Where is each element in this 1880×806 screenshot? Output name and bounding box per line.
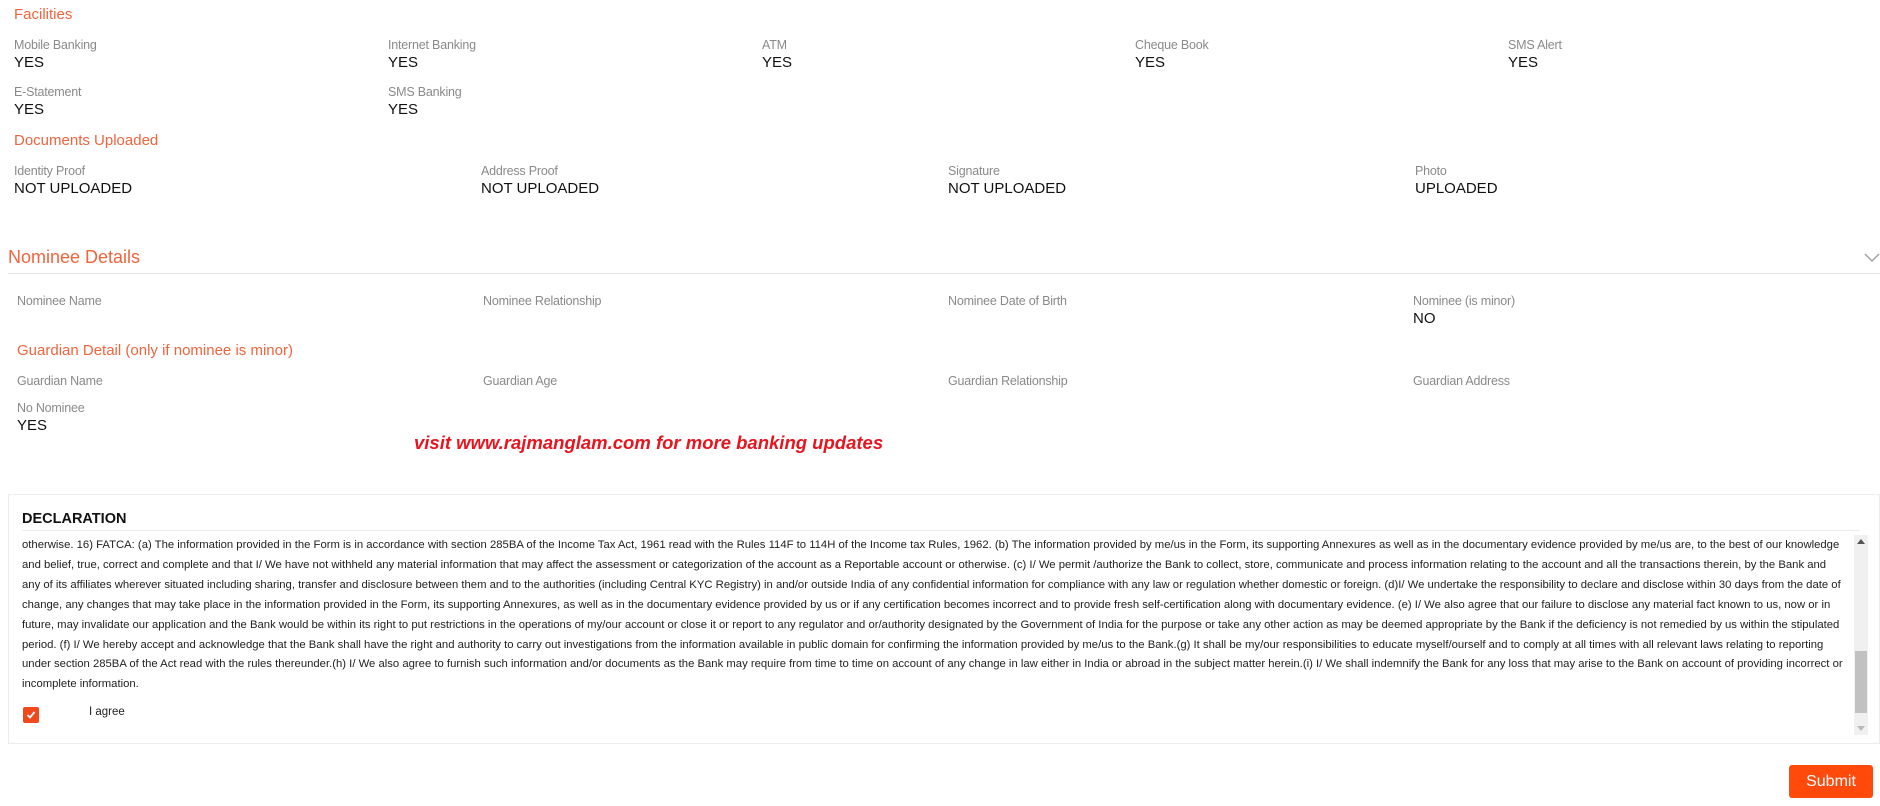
- field-signature: Signature NOT UPLOADED: [948, 164, 1066, 198]
- field-mobile-banking: Mobile Banking YES: [14, 38, 97, 72]
- field-value: YES: [762, 54, 793, 71]
- field-value: YES: [1135, 54, 1166, 71]
- scrollbar-thumb[interactable]: [1855, 651, 1867, 713]
- field-value: NOT UPLOADED: [14, 180, 133, 197]
- field-nominee-dob: Nominee Date of Birth: [948, 294, 1067, 309]
- field-label: ATM: [762, 38, 787, 52]
- field-no-nominee: No Nominee YES: [17, 401, 85, 435]
- field-photo: Photo UPLOADED: [1415, 164, 1498, 198]
- field-label: Nominee Name: [17, 294, 102, 308]
- field-value: NOT UPLOADED: [481, 180, 600, 197]
- scroll-down-arrow-icon[interactable]: [1857, 726, 1865, 731]
- watermark-text: visit www.rajmanglam.com for more bankin…: [414, 432, 884, 453]
- field-label: Mobile Banking: [14, 38, 97, 52]
- field-label: Signature: [948, 164, 1000, 178]
- declaration-text[interactable]: otherwise. 16) FATCA: (a) The informatio…: [22, 536, 1847, 706]
- field-label: Guardian Address: [1413, 374, 1510, 388]
- checkmark-icon: [26, 711, 36, 719]
- field-value: YES: [1508, 54, 1539, 71]
- agree-label: I agree: [89, 706, 125, 718]
- field-value: YES: [388, 54, 419, 71]
- nominee-accordion-header[interactable]: Nominee Details: [8, 244, 1880, 274]
- field-label: Guardian Name: [17, 374, 103, 388]
- facilities-title: Facilities: [14, 6, 73, 23]
- field-label: Guardian Relationship: [948, 374, 1068, 388]
- field-sms-banking: SMS Banking YES: [388, 85, 462, 119]
- field-value: UPLOADED: [1415, 180, 1498, 197]
- field-value: YES: [17, 417, 48, 434]
- field-guardian-name: Guardian Name: [17, 374, 103, 389]
- field-label: SMS Banking: [388, 85, 462, 99]
- field-value: NO: [1413, 310, 1436, 327]
- field-value: NOT UPLOADED: [948, 180, 1067, 197]
- field-atm: ATM YES: [762, 38, 792, 72]
- field-guardian-age: Guardian Age: [483, 374, 557, 389]
- submit-button[interactable]: Submit: [1789, 765, 1873, 798]
- field-value: YES: [14, 101, 45, 118]
- field-label: Internet Banking: [388, 38, 476, 52]
- field-label: Cheque Book: [1135, 38, 1209, 52]
- field-nominee-is-minor: Nominee (is minor) NO: [1413, 294, 1515, 328]
- field-cheque-book: Cheque Book YES: [1135, 38, 1209, 72]
- field-guardian-address: Guardian Address: [1413, 374, 1510, 389]
- field-guardian-relationship: Guardian Relationship: [948, 374, 1068, 389]
- declaration-title: DECLARATION: [22, 511, 1860, 531]
- chevron-down-icon[interactable]: [1864, 250, 1880, 264]
- documents-title: Documents Uploaded: [14, 132, 159, 149]
- field-label: E-Statement: [14, 85, 82, 99]
- declaration-scrollbar[interactable]: [1854, 535, 1868, 735]
- field-address-proof: Address Proof NOT UPLOADED: [481, 164, 599, 198]
- nominee-title: Nominee Details: [8, 247, 141, 267]
- field-nominee-name: Nominee Name: [17, 294, 102, 309]
- field-label: SMS Alert: [1508, 38, 1562, 52]
- field-value: YES: [388, 101, 419, 118]
- declaration-panel: DECLARATION otherwise. 16) FATCA: (a) Th…: [8, 494, 1880, 744]
- field-identity-proof: Identity Proof NOT UPLOADED: [14, 164, 132, 198]
- field-nominee-relationship: Nominee Relationship: [483, 294, 601, 309]
- scroll-up-arrow-icon[interactable]: [1857, 539, 1865, 544]
- field-value: YES: [14, 54, 45, 71]
- field-e-statement: E-Statement YES: [14, 85, 81, 119]
- field-label: Address Proof: [481, 164, 558, 178]
- field-sms-alert: SMS Alert YES: [1508, 38, 1562, 72]
- field-label: Nominee Relationship: [483, 294, 602, 308]
- field-label: Photo: [1415, 164, 1447, 178]
- field-label: Nominee Date of Birth: [948, 294, 1067, 308]
- field-label: Identity Proof: [14, 164, 85, 178]
- field-label: No Nominee: [17, 401, 85, 415]
- guardian-title: Guardian Detail (only if nominee is mino…: [17, 342, 293, 359]
- field-label: Nominee (is minor): [1413, 294, 1515, 308]
- field-label: Guardian Age: [483, 374, 558, 388]
- agree-checkbox[interactable]: [23, 707, 39, 723]
- field-internet-banking: Internet Banking YES: [388, 38, 476, 72]
